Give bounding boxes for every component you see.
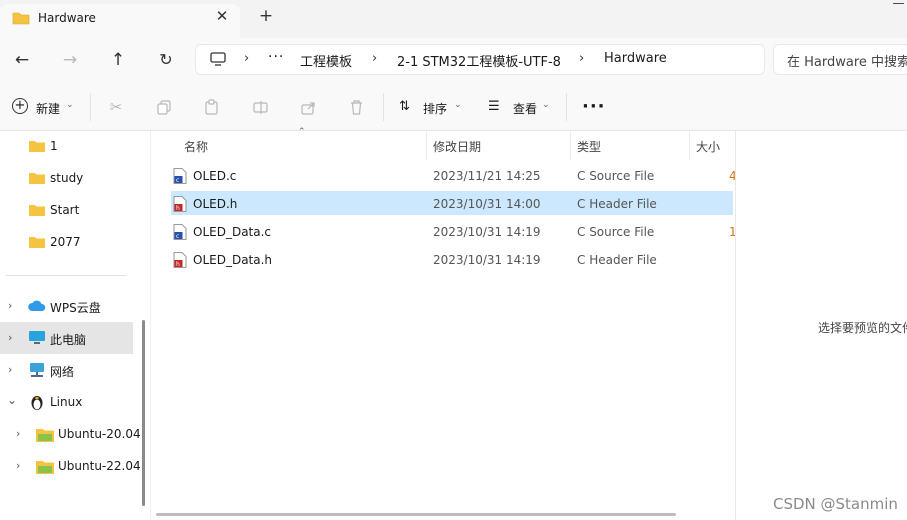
preview-placeholder: 选择要预览的文件	[818, 321, 907, 335]
column-header-type[interactable]: 类型	[577, 138, 601, 155]
file-name[interactable]: OLED_Data.h	[193, 253, 272, 267]
file-modified: 2023/11/21 14:25	[433, 169, 541, 183]
new-button[interactable]: 新建	[36, 100, 60, 117]
chevron-down-icon[interactable]: ⌄	[66, 100, 74, 110]
file-modified: 2023/10/31 14:00	[433, 197, 541, 211]
column-divider[interactable]	[426, 132, 427, 160]
expand-chevron-icon[interactable]: ›	[16, 459, 20, 472]
breadcrumb-separator[interactable]: ›	[244, 51, 249, 66]
file-type: C Header File	[577, 197, 657, 211]
svg-text:h: h	[176, 205, 180, 212]
column-header-size[interactable]: 大小	[696, 138, 720, 155]
linux-penguin-icon	[31, 396, 43, 410]
expand-chevron-icon[interactable]: ›	[8, 299, 12, 312]
breadcrumb-item[interactable]: 工程模板	[300, 51, 352, 70]
plus-circle-icon[interactable]: +	[12, 98, 28, 114]
cut-icon[interactable]: ✂	[106, 97, 126, 117]
share-icon[interactable]	[300, 99, 317, 116]
column-header-name[interactable]: 名称	[184, 138, 208, 155]
watermark: CSDN @Stanmin	[773, 495, 898, 513]
file-type: C Header File	[577, 253, 657, 267]
chevron-down-icon[interactable]: ⌄	[542, 100, 550, 110]
toolbar-divider	[90, 93, 91, 121]
nav-item-ubuntu-22[interactable]: Ubuntu-22.04	[58, 459, 141, 473]
file-name[interactable]: OLED.c	[193, 169, 236, 183]
folder-icon	[12, 12, 30, 25]
toolbar-divider	[383, 93, 384, 121]
copy-icon[interactable]	[156, 99, 173, 116]
nav-item-2077[interactable]: 2077	[50, 235, 81, 249]
sort-icon[interactable]: ⇅	[399, 99, 410, 114]
nav-item-this-pc[interactable]: 此电脑	[50, 331, 86, 348]
toolbar-divider	[566, 93, 567, 121]
tab-close-icon[interactable]: ✕	[214, 8, 230, 24]
c-header-file-icon: h	[173, 252, 187, 268]
folder-icon	[36, 461, 54, 474]
folder-icon	[29, 141, 45, 152]
svg-text:c: c	[176, 177, 179, 184]
more-options-button[interactable]: ···	[582, 96, 606, 117]
tab-title: Hardware	[38, 11, 96, 25]
search-placeholder: 在 Hardware 中搜索	[787, 55, 907, 70]
rename-icon[interactable]	[252, 99, 269, 116]
c-source-file-icon: c	[173, 224, 187, 240]
delete-icon[interactable]	[348, 99, 365, 116]
new-tab-button[interactable]: +	[258, 8, 274, 25]
tab-hardware[interactable]	[0, 4, 240, 38]
chevron-down-icon[interactable]: ⌄	[454, 100, 462, 110]
nav-item-wps-cloud[interactable]: WPS云盘	[50, 299, 101, 316]
file-modified: 2023/10/31 14:19	[433, 225, 541, 239]
breadcrumb-separator[interactable]: ›	[372, 51, 377, 66]
column-divider[interactable]	[689, 132, 690, 160]
folder-icon	[29, 205, 45, 216]
view-button[interactable]: 查看	[513, 100, 537, 117]
nav-divider	[6, 275, 126, 276]
collapse-chevron-icon[interactable]: ⌄	[7, 393, 17, 407]
up-button[interactable]: ↑	[106, 48, 130, 72]
column-header-modified[interactable]: 修改日期	[433, 138, 481, 155]
file-type: C Source File	[577, 225, 655, 239]
computer-icon	[29, 331, 45, 344]
nav-scrollbar[interactable]	[142, 320, 145, 506]
column-divider[interactable]	[570, 132, 571, 160]
svg-text:c: c	[176, 233, 179, 240]
nav-item-network[interactable]: 网络	[50, 363, 74, 380]
nav-item-1[interactable]: 1	[50, 139, 58, 153]
svg-text:h: h	[176, 261, 180, 268]
view-lines-icon[interactable]: ☰	[488, 99, 500, 114]
breadcrumb-item[interactable]: Hardware	[604, 51, 667, 66]
breadcrumb-separator[interactable]: ›	[579, 51, 584, 66]
breadcrumb-item[interactable]: 2-1 STM32工程模板-UTF-8	[397, 51, 561, 70]
folder-icon	[29, 173, 45, 184]
nav-item-ubuntu-20[interactable]: Ubuntu-20.04	[58, 427, 141, 441]
computer-icon[interactable]	[209, 50, 227, 68]
paste-icon[interactable]	[203, 99, 220, 116]
file-name[interactable]: OLED.h	[193, 197, 237, 211]
file-type: C Source File	[577, 169, 655, 183]
expand-chevron-icon[interactable]: ›	[16, 427, 20, 440]
sort-ascending-icon: ⌃	[298, 127, 306, 137]
forward-button[interactable]: →	[58, 48, 82, 72]
expand-chevron-icon[interactable]: ›	[8, 331, 12, 344]
file-name[interactable]: OLED_Data.c	[193, 225, 271, 239]
c-header-file-icon: h	[173, 196, 187, 212]
breadcrumb-overflow-button[interactable]: ···	[268, 49, 284, 65]
c-source-file-icon: c	[173, 168, 187, 184]
nav-item-study[interactable]: study	[50, 171, 83, 185]
back-button[interactable]: ←	[10, 48, 34, 72]
network-icon	[30, 363, 44, 377]
folder-icon	[36, 429, 54, 442]
horizontal-scrollbar[interactable]	[156, 513, 676, 516]
minimize-button[interactable]: —	[890, 0, 907, 10]
cloud-icon	[28, 300, 46, 311]
file-modified: 2023/10/31 14:19	[433, 253, 541, 267]
sort-button[interactable]: 排序	[423, 100, 447, 117]
nav-item-start[interactable]: Start	[50, 203, 79, 217]
refresh-button[interactable]: ↻	[154, 48, 178, 72]
nav-item-linux[interactable]: Linux	[50, 395, 82, 409]
expand-chevron-icon[interactable]: ›	[8, 363, 12, 376]
folder-icon	[29, 237, 45, 248]
